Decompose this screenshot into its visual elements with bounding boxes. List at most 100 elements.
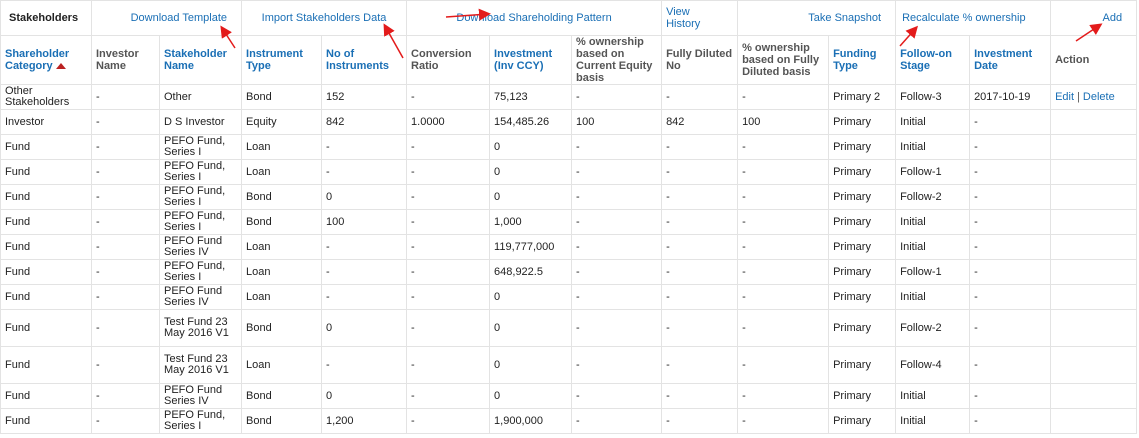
col-instrument-type[interactable]: Instrument Type — [241, 35, 323, 85]
recalculate-ownership-link[interactable]: Recalculate % ownership — [902, 12, 1026, 24]
table-body: Other Stakeholders - Other Bond 152-75,123- -… — [0, 84, 1138, 434]
add-cell: Add — [1050, 0, 1138, 36]
cell-investment: 0 — [489, 184, 573, 210]
cell-follow-on-stage: Follow-1 — [895, 159, 971, 185]
cell-instrument-type: Loan — [241, 234, 323, 260]
col-investment[interactable]: Investment (Inv CCY) — [489, 35, 573, 85]
cell-ownership-current: - — [571, 159, 663, 185]
cell-no-of-instruments: - — [321, 259, 408, 285]
download-template-link[interactable]: Download Template — [131, 12, 227, 24]
take-snapshot-link[interactable]: Take Snapshot — [808, 12, 881, 24]
cell-fully-diluted-no: - — [661, 284, 739, 310]
cell-fully-diluted-no: - — [661, 134, 739, 160]
cell-fully-diluted-no: - — [661, 383, 739, 409]
cell-shareholder-category: Fund — [0, 159, 92, 185]
cell-investment: 75,123 — [489, 84, 573, 110]
table-row: Fund - PEFO Fund Series IV Loan - -119,777,00… — [0, 234, 1138, 260]
table-row: Fund - PEFO Fund, Series I Bond 0-0- - - Primar… — [0, 184, 1138, 210]
cell-instrument-type: Bond — [241, 408, 323, 434]
cell-investment: 119,777,000 — [489, 234, 573, 260]
cell-funding-type: Primary — [828, 309, 897, 347]
cell-ownership-diluted: - — [737, 259, 830, 285]
cell-shareholder-category: Fund — [0, 309, 92, 347]
cell-ownership-current: - — [571, 408, 663, 434]
cell-investor-name: - — [91, 408, 160, 434]
sort-ascending-icon — [55, 63, 66, 70]
cell-investment: 1,900,000 — [489, 408, 573, 434]
cell-stakeholder-name: Other — [158, 84, 243, 110]
col-follow-on-stage[interactable]: Follow-on Stage — [895, 35, 971, 85]
cell-conversion-ratio: - — [406, 259, 491, 285]
cell-investment: 154,485.26 — [489, 109, 573, 135]
cell-investment-date: - — [969, 109, 1052, 135]
cell-follow-on-stage: Initial — [895, 408, 971, 434]
cell-conversion-ratio: - — [406, 234, 491, 260]
cell-stakeholder-name: D S Investor — [158, 109, 243, 135]
cell-ownership-diluted: 100 — [737, 109, 830, 135]
view-history-link[interactable]: View History — [666, 6, 706, 30]
cell-ownership-diluted: - — [737, 209, 830, 235]
cell-investment-date: - — [969, 408, 1052, 434]
cell-ownership-diluted: - — [737, 408, 830, 434]
cell-funding-type: Primary — [828, 109, 897, 135]
cell-shareholder-category: Fund — [0, 408, 92, 434]
cell-shareholder-category: Fund — [0, 209, 92, 235]
add-link[interactable]: Add — [1103, 12, 1123, 24]
col-investor-name: Investor Name — [91, 35, 160, 85]
cell-stakeholder-name: PEFO Fund, Series I — [158, 209, 243, 235]
cell-funding-type: Primary — [828, 209, 897, 235]
cell-investment-date: - — [969, 209, 1052, 235]
cell-conversion-ratio: - — [406, 84, 491, 110]
edit-link[interactable]: Edit — [1055, 91, 1074, 103]
cell-no-of-instruments: - — [321, 284, 408, 310]
cell-no-of-instruments: - — [321, 346, 408, 384]
col-stakeholder-name[interactable]: Stakeholder Name — [158, 35, 243, 85]
cell-ownership-current: - — [571, 383, 663, 409]
cell-investor-name: - — [91, 309, 160, 347]
cell-action — [1050, 159, 1138, 185]
cell-ownership-current: - — [571, 234, 663, 260]
cell-conversion-ratio: - — [406, 284, 491, 310]
cell-fully-diluted-no: - — [661, 234, 739, 260]
col-no-of-instruments[interactable]: No of Instruments — [321, 35, 408, 85]
cell-ownership-diluted: - — [737, 159, 830, 185]
table-row: Fund - PEFO Fund Series IV Bond 0-0- - - Primar… — [0, 383, 1138, 409]
download-pattern-cell: Download Shareholding Pattern — [406, 0, 663, 36]
cell-shareholder-category: Fund — [0, 134, 92, 160]
cell-conversion-ratio: - — [406, 209, 491, 235]
cell-conversion-ratio: - — [406, 159, 491, 185]
cell-stakeholder-name: Test Fund 23 May 2016 V1 — [158, 309, 243, 347]
cell-instrument-type: Bond — [241, 383, 323, 409]
cell-ownership-current: - — [571, 284, 663, 310]
cell-follow-on-stage: Initial — [895, 209, 971, 235]
cell-no-of-instruments: 0 — [321, 383, 408, 409]
cell-conversion-ratio: 1.0000 — [406, 109, 491, 135]
cell-funding-type: Primary — [828, 184, 897, 210]
cell-no-of-instruments: 0 — [321, 309, 408, 347]
import-stakeholders-data-link[interactable]: Import Stakeholders Data — [262, 12, 387, 24]
table-row: Fund - PEFO Fund, Series I Loan - -0- - - Primar… — [0, 159, 1138, 185]
cell-investor-name: - — [91, 84, 160, 110]
page-title: Stakeholders — [0, 0, 92, 36]
cell-ownership-current: - — [571, 259, 663, 285]
delete-link[interactable]: Delete — [1083, 91, 1115, 103]
cell-conversion-ratio: - — [406, 408, 491, 434]
cell-instrument-type: Equity — [241, 109, 323, 135]
cell-investment: 0 — [489, 383, 573, 409]
col-shareholder-category[interactable]: Shareholder Category — [0, 35, 92, 85]
table-row: Fund - Test Fund 23 May 2016 V1 Bond 0-0- - - P… — [0, 309, 1138, 347]
download-shareholding-pattern-link[interactable]: Download Shareholding Pattern — [456, 12, 611, 24]
cell-investment-date: - — [969, 184, 1052, 210]
cell-ownership-diluted: - — [737, 234, 830, 260]
cell-investment: 0 — [489, 309, 573, 347]
cell-follow-on-stage: Follow-2 — [895, 184, 971, 210]
cell-investment-date: - — [969, 346, 1052, 384]
cell-action: Edit | Delete — [1050, 84, 1138, 110]
cell-instrument-type: Loan — [241, 259, 323, 285]
col-funding-type[interactable]: Funding Type — [828, 35, 897, 85]
cell-investment-date: - — [969, 134, 1052, 160]
cell-funding-type: Primary — [828, 159, 897, 185]
col-investment-date[interactable]: Investment Date — [969, 35, 1052, 85]
cell-investor-name: - — [91, 184, 160, 210]
cell-investment: 0 — [489, 134, 573, 160]
